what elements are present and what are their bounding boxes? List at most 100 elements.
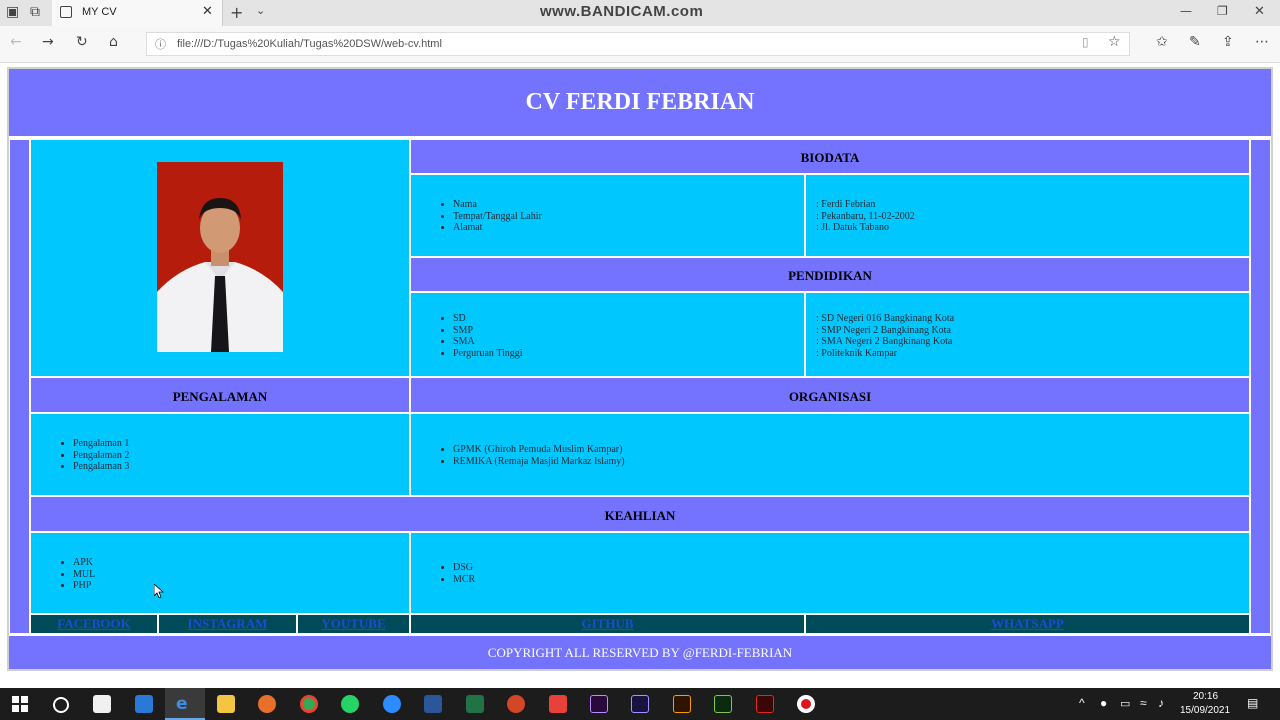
chevron-up-icon[interactable]: ^ xyxy=(1079,696,1085,710)
powerpoint-icon[interactable] xyxy=(507,695,525,713)
app-icon[interactable] xyxy=(549,695,567,713)
value-text: : SD Negeri 016 Bangkinang Kota xyxy=(816,313,955,324)
page-icon xyxy=(60,6,72,18)
profile-photo xyxy=(157,162,283,352)
excel-icon[interactable] xyxy=(466,695,484,713)
right-margin xyxy=(1250,139,1271,634)
windows-start-icon[interactable] xyxy=(12,696,28,717)
back-icon[interactable]: ← xyxy=(10,34,22,50)
instagram-link-cell: INSTAGRAM xyxy=(158,614,297,634)
info-icon[interactable]: ⓘ xyxy=(155,36,166,52)
battery-icon[interactable]: ▭ xyxy=(1120,697,1130,710)
github-link[interactable]: GITHUB xyxy=(411,616,804,632)
address-toolbar: ← → ↻ ⌂ ⓘ file:///D:/Tugas%20Kuliah/Tuga… xyxy=(0,26,1280,63)
windows-taskbar: e ^ ● ▭ ≈ ♪ 20:16 15/09/2021 ▤ xyxy=(0,688,1280,720)
edge-taskbar-item[interactable]: e xyxy=(165,688,205,720)
after-effects-icon[interactable] xyxy=(631,695,649,713)
organisasi-heading: ORGANISASI xyxy=(788,389,872,404)
wifi-icon[interactable]: ≈ xyxy=(1140,696,1147,710)
volume-icon[interactable]: ♪ xyxy=(1158,696,1164,710)
pen-icon[interactable]: ✎ xyxy=(1189,34,1201,50)
tab-my-cv[interactable]: MY CV ✕ xyxy=(52,0,223,26)
organisasi-cell: GPMK (Ghiroh Pemuda Muslim Kampar) REMIK… xyxy=(410,413,1250,496)
list-item: Nama xyxy=(453,199,542,211)
list-item: GPMK (Ghiroh Pemuda Muslim Kampar) xyxy=(453,444,625,456)
value-text: : Politeknik Kampar xyxy=(816,347,898,359)
reading-view-icon[interactable]: ▯ xyxy=(1082,35,1089,49)
list-item: SD xyxy=(453,313,523,325)
biodata-values-cell: : Ferdi Febrian : Pekanbaru, 11-02-2002 … xyxy=(805,174,1250,257)
youtube-link[interactable]: YOUTUBE xyxy=(298,616,409,632)
firefox-icon[interactable] xyxy=(258,695,276,713)
zoom-icon[interactable] xyxy=(383,695,401,713)
keahlian-heading: KEAHLIAN xyxy=(604,508,676,523)
list-item: Pengalaman 2 xyxy=(73,450,129,462)
browser-tab-bar: ▣ ⧉ MY CV ✕ + ⌄ www.BANDICAM.com — ❐ ✕ xyxy=(0,0,1280,26)
notification-icon[interactable]: ▤ xyxy=(1247,696,1258,710)
premiere-icon[interactable] xyxy=(590,695,608,713)
favorites-icon[interactable]: ✩ xyxy=(1156,34,1168,50)
chevron-down-icon[interactable]: ⌄ xyxy=(256,4,265,17)
file-explorer-icon[interactable] xyxy=(217,695,235,713)
favorite-star-icon[interactable]: ☆ xyxy=(1108,34,1121,50)
tab-title: MY CV xyxy=(82,6,117,18)
restore-icon[interactable]: ❐ xyxy=(1217,4,1228,18)
search-icon[interactable] xyxy=(53,697,69,713)
pendidikan-header: PENDIDIKAN xyxy=(410,257,1250,292)
keahlian-right-list: DSG MCR xyxy=(411,562,475,585)
close-window-icon[interactable]: ✕ xyxy=(1254,4,1265,19)
set-aside-tabs-icon[interactable]: ⧉ xyxy=(30,4,40,20)
microphone-icon[interactable]: ● xyxy=(1100,696,1107,710)
value-text: : Pekanbaru, 11-02-2002 xyxy=(816,210,915,222)
minimize-icon[interactable]: — xyxy=(1180,4,1192,18)
list-item: PHP xyxy=(73,580,95,592)
mail-icon[interactable] xyxy=(135,695,153,713)
instagram-link[interactable]: INSTAGRAM xyxy=(159,616,296,632)
keahlian-header: KEAHLIAN xyxy=(30,496,1250,532)
store-icon[interactable] xyxy=(93,695,111,713)
record-icon[interactable] xyxy=(797,695,815,713)
keahlian-right-cell: DSG MCR xyxy=(410,532,1250,614)
chrome-icon[interactable] xyxy=(300,695,318,713)
word-icon[interactable] xyxy=(424,695,442,713)
whatsapp-link[interactable]: WHATSAPP xyxy=(806,616,1249,632)
flash-icon[interactable] xyxy=(756,695,774,713)
share-icon[interactable]: ⇪ xyxy=(1222,34,1234,50)
biodata-header: BIODATA xyxy=(410,139,1250,174)
github-link-cell: GITHUB xyxy=(410,614,805,634)
list-item: DSG xyxy=(453,562,475,574)
value-text: : Jl. Datuk Tabano xyxy=(816,222,889,233)
url-field[interactable]: ⓘ file:///D:/Tugas%20Kuliah/Tugas%20DSW/… xyxy=(146,32,1130,56)
refresh-icon[interactable]: ↻ xyxy=(76,34,88,50)
biodata-labels-cell: Nama Tempat/Tanggal Lahir Alamat xyxy=(410,174,805,257)
biodata-values: : Ferdi Febrian : Pekanbaru, 11-02-2002 … xyxy=(816,199,915,234)
left-margin xyxy=(9,139,30,634)
biodata-heading: BIODATA xyxy=(800,150,860,165)
new-tab-icon[interactable]: + xyxy=(230,3,243,22)
value-text: : SMP Negeri 2 Bangkinang Kota xyxy=(816,324,951,336)
list-item: Tempat/Tanggal Lahir xyxy=(453,211,542,223)
facebook-link[interactable]: FACEBOOK xyxy=(31,616,157,632)
value-text: : SMA Negeri 2 Bangkinang Kota xyxy=(816,336,953,347)
organisasi-list: GPMK (Ghiroh Pemuda Muslim Kampar) REMIK… xyxy=(411,444,625,467)
list-item: SMP xyxy=(453,325,523,337)
whatsapp-icon[interactable] xyxy=(341,695,359,713)
keahlian-left-list: APK MUL PHP xyxy=(31,557,95,592)
clock-date[interactable]: 15/09/2021 xyxy=(1180,705,1230,716)
list-item: Alamat xyxy=(453,222,542,234)
page-title: CV FERDI FEBRIAN xyxy=(525,89,755,115)
tab-list-icon[interactable]: ▣ xyxy=(6,4,19,20)
close-tab-icon[interactable]: ✕ xyxy=(202,4,213,19)
pendidikan-labels-cell: SD SMP SMA Perguruan Tinggi xyxy=(410,292,805,377)
illustrator-icon[interactable] xyxy=(673,695,691,713)
url-text: file:///D:/Tugas%20Kuliah/Tugas%20DSW/we… xyxy=(177,38,442,50)
home-icon[interactable]: ⌂ xyxy=(109,34,118,50)
more-icon[interactable]: ⋯ xyxy=(1255,34,1269,50)
keahlian-left-cell: APK MUL PHP xyxy=(30,532,410,614)
list-item: MUL xyxy=(73,569,95,581)
list-item: Perguruan Tinggi xyxy=(453,348,523,360)
dreamweaver-icon[interactable] xyxy=(714,695,732,713)
forward-icon[interactable]: → xyxy=(42,34,54,50)
pendidikan-heading: PENDIDIKAN xyxy=(788,268,872,283)
clock-time[interactable]: 20:16 xyxy=(1193,691,1218,702)
